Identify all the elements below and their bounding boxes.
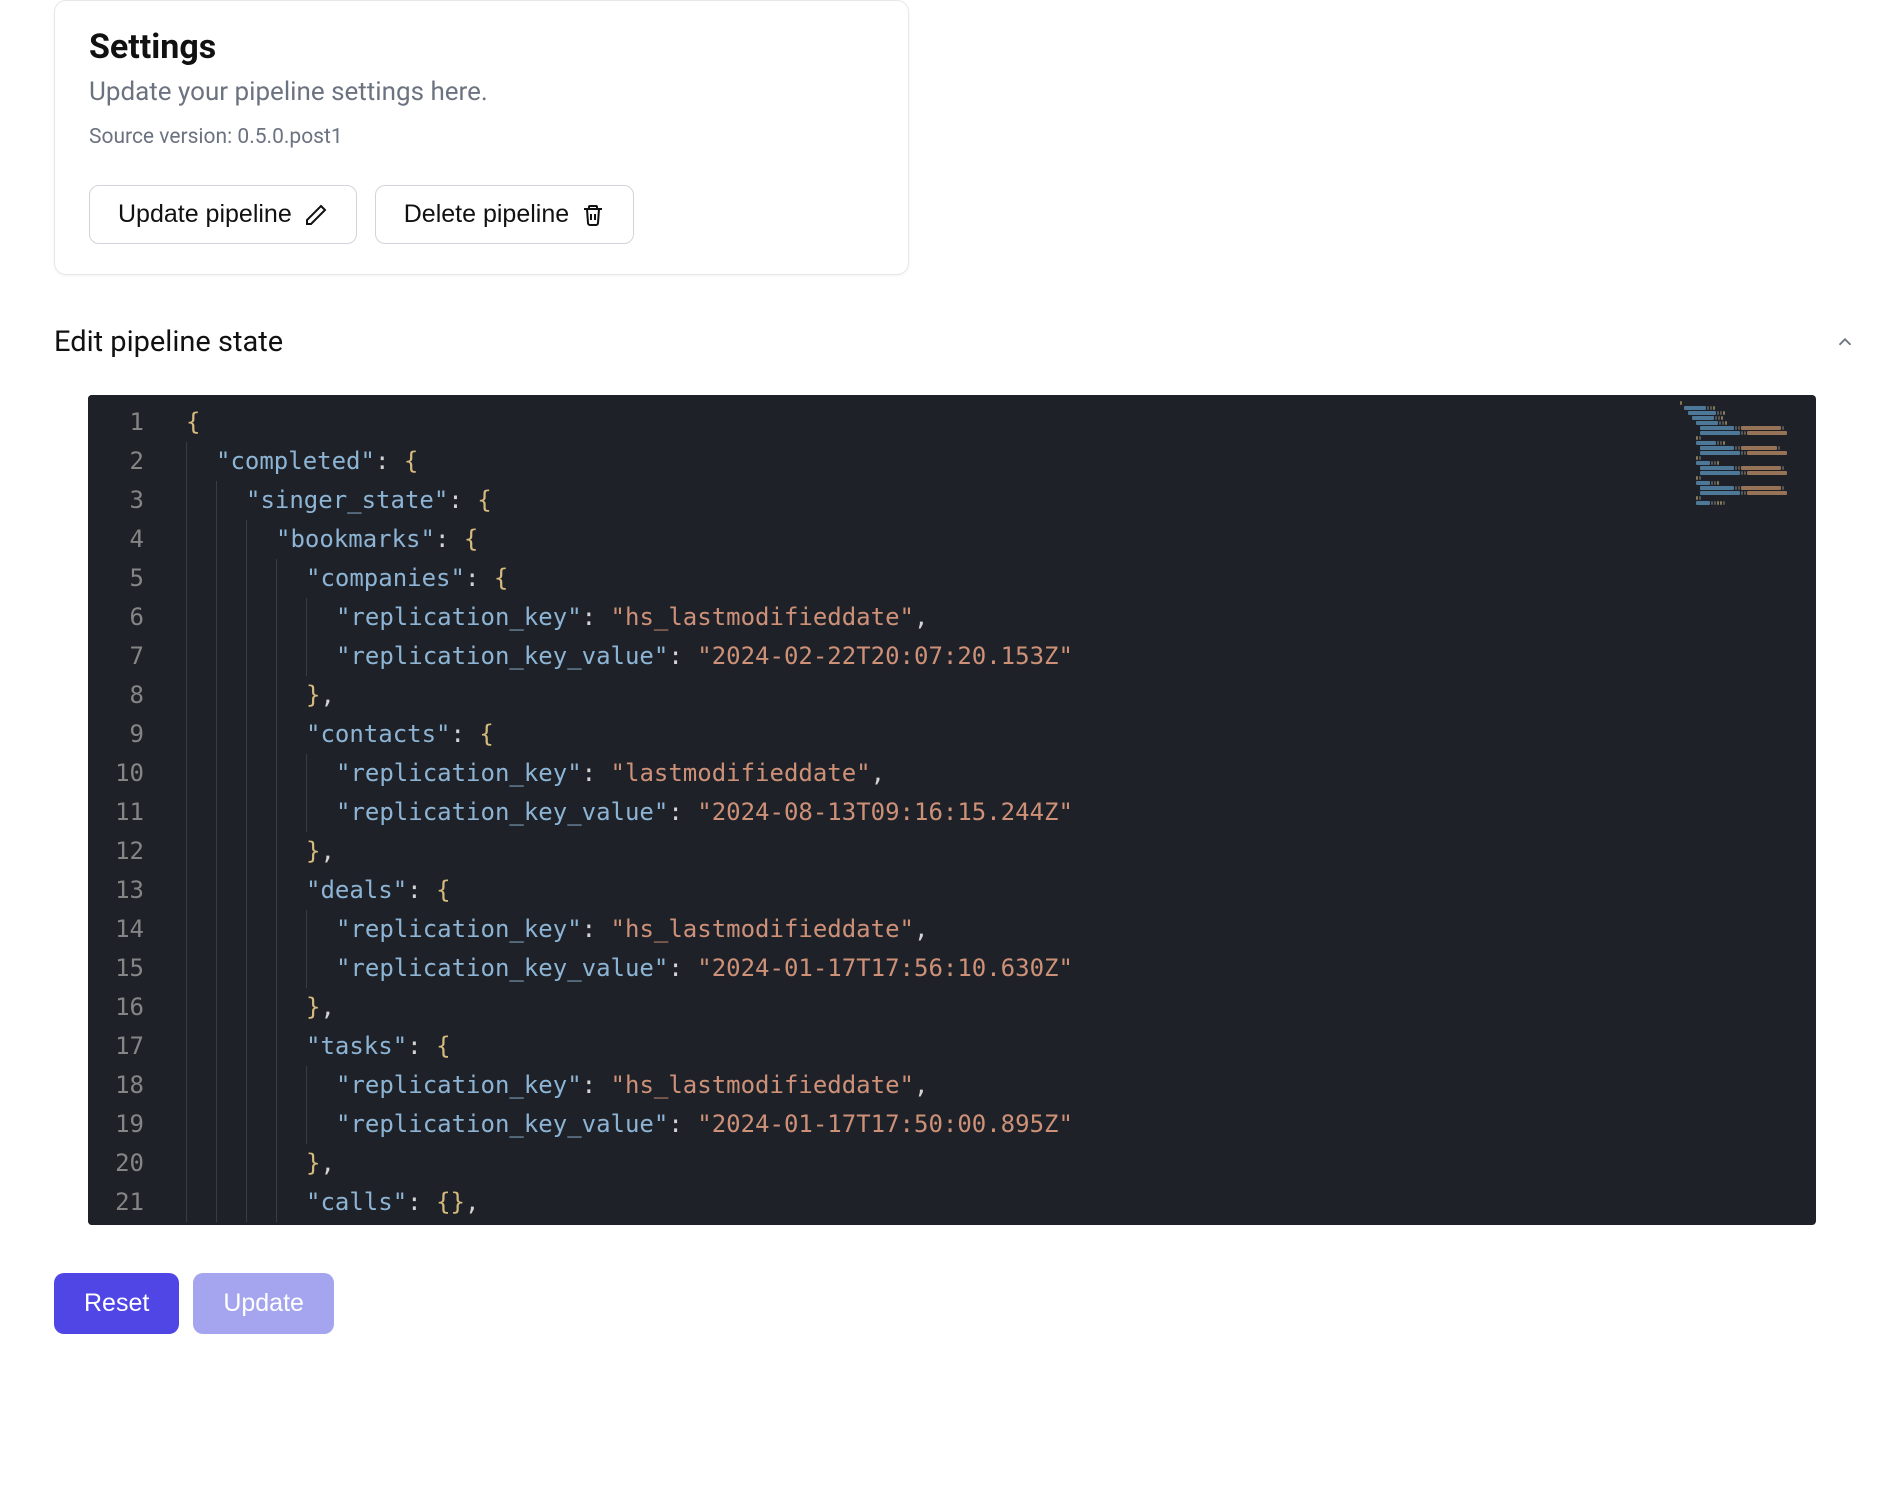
settings-title: Settings [89,27,874,67]
update-pipeline-button[interactable]: Update pipeline [89,185,357,244]
source-version: Source version: 0.5.0.post1 [89,125,874,149]
delete-pipeline-label: Delete pipeline [404,200,569,229]
editor-gutter: 123456789101112131415161718192021 [88,395,158,1225]
editor-action-buttons: Reset Update [54,1273,1856,1334]
update-pipeline-label: Update pipeline [118,200,292,229]
settings-card: Settings Update your pipeline settings h… [54,0,909,275]
json-editor[interactable]: 123456789101112131415161718192021 {"comp… [88,395,1816,1225]
editor-section-header[interactable]: Edit pipeline state [54,325,1856,359]
chevron-up-icon [1834,331,1856,353]
settings-subtitle: Update your pipeline settings here. [89,77,874,107]
reset-button[interactable]: Reset [54,1273,179,1334]
source-version-value: 0.5.0.post1 [237,125,342,149]
source-version-label: Source version: [89,125,237,149]
editor-code-area[interactable]: {"completed": {"singer_state": {"bookmar… [158,395,1816,1225]
update-button[interactable]: Update [193,1273,334,1334]
edit-pipeline-state-title: Edit pipeline state [54,325,283,359]
editor-minimap[interactable] [1680,401,1810,601]
delete-pipeline-button[interactable]: Delete pipeline [375,185,634,244]
edit-icon [304,203,328,227]
settings-button-row: Update pipeline Delete pipeline [89,185,874,244]
trash-icon [581,203,605,227]
